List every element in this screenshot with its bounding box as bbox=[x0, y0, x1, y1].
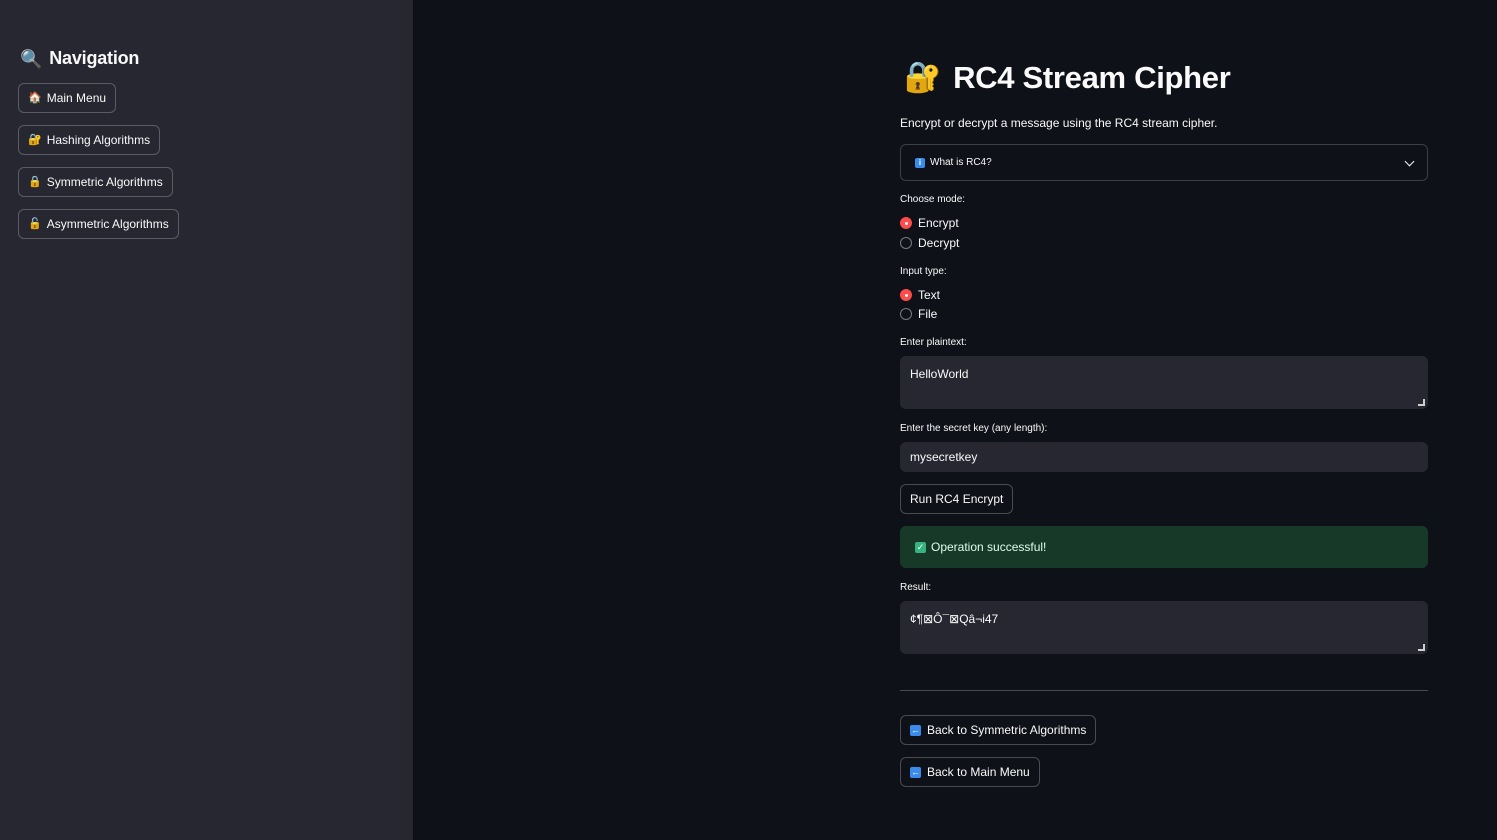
sidebar-item-main-menu[interactable]: 🏠 Main Menu bbox=[18, 83, 117, 113]
plaintext-textarea[interactable]: HelloWorld bbox=[900, 356, 1428, 409]
secret-key-value: mysecretkey bbox=[910, 450, 978, 464]
radio-unselected-icon bbox=[900, 308, 912, 320]
sidebar-item-label: Symmetric Algorithms bbox=[46, 175, 163, 189]
input-type-label: Input type: bbox=[900, 266, 947, 277]
info-icon: i bbox=[915, 157, 925, 168]
sidebar-item-hashing-algorithms[interactable]: 🔐 Hashing Algorithms bbox=[18, 125, 161, 155]
result-textarea[interactable]: ¢¶⊠Ô¯⊠Qâ¬i47 bbox=[900, 601, 1428, 654]
success-text: Operation successful! bbox=[931, 540, 1047, 554]
page-title-text: RC4 Stream Cipher bbox=[953, 60, 1231, 95]
divider bbox=[900, 690, 1428, 691]
expander-label: i What is RC4? bbox=[915, 157, 992, 168]
success-alert: ✓ Operation successful! bbox=[900, 526, 1428, 568]
result-label: Result: bbox=[900, 582, 932, 593]
page-subtitle: Encrypt or decrypt a message using the R… bbox=[900, 116, 1218, 130]
radio-label: Decrypt bbox=[918, 236, 960, 250]
page-title: 🔐 RC4 Stream Cipher bbox=[904, 60, 1231, 96]
secret-key-input[interactable]: mysecretkey bbox=[900, 442, 1428, 472]
mode-label: Choose mode: bbox=[900, 194, 966, 205]
unlocked-icon: 🔓 bbox=[28, 217, 42, 230]
lock-with-key-icon: 🔐 bbox=[904, 61, 942, 94]
button-label: Run RC4 Encrypt bbox=[910, 492, 1004, 506]
radio-encrypt[interactable]: Encrypt bbox=[900, 216, 959, 230]
radio-file[interactable]: File bbox=[900, 307, 937, 321]
radio-label: File bbox=[918, 307, 938, 321]
lock-icon: 🔒 bbox=[28, 175, 42, 188]
sidebar-title: 🔍 Navigation bbox=[20, 48, 139, 69]
radio-decrypt[interactable]: Decrypt bbox=[900, 236, 959, 250]
run-rc4-encrypt-button[interactable]: Run RC4 Encrypt bbox=[900, 484, 1014, 514]
what-is-rc4-expander[interactable]: i What is RC4? bbox=[900, 144, 1428, 181]
sidebar: 🔍 Navigation 🏠 Main Menu 🔐 Hashing Algor… bbox=[0, 0, 413, 840]
radio-selected-icon bbox=[900, 217, 912, 229]
back-to-main-menu-button[interactable]: ← Back to Main Menu bbox=[900, 757, 1040, 787]
expander-label-text: What is RC4? bbox=[930, 157, 992, 168]
plaintext-label: Enter plaintext: bbox=[900, 337, 967, 348]
secret-key-label: Enter the secret key (any length): bbox=[900, 423, 1048, 434]
radio-selected-icon bbox=[900, 289, 912, 301]
sidebar-title-text: Navigation bbox=[49, 48, 140, 68]
sidebar-item-label: Main Menu bbox=[46, 91, 107, 105]
radio-label: Encrypt bbox=[918, 216, 959, 230]
left-arrow-icon: ← bbox=[910, 724, 921, 736]
sidebar-item-symmetric-algorithms[interactable]: 🔒 Symmetric Algorithms bbox=[18, 167, 173, 197]
sidebar-item-label: Hashing Algorithms bbox=[46, 133, 151, 147]
chevron-down-icon bbox=[1404, 156, 1415, 167]
sidebar-item-label: Asymmetric Algorithms bbox=[46, 217, 169, 231]
house-icon: 🏠 bbox=[28, 91, 42, 104]
lock-with-key-icon: 🔐 bbox=[28, 133, 42, 146]
resize-handle-icon[interactable] bbox=[1418, 399, 1425, 406]
result-value: ¢¶⊠Ô¯⊠Qâ¬i47 bbox=[910, 612, 999, 626]
check-mark-icon: ✓ bbox=[915, 541, 926, 553]
button-label: Back to Symmetric Algorithms bbox=[927, 723, 1087, 737]
magnifier-icon: 🔍 bbox=[20, 48, 43, 69]
button-label: Back to Main Menu bbox=[927, 765, 1030, 779]
radio-label: Text bbox=[918, 288, 941, 302]
radio-text[interactable]: Text bbox=[900, 288, 940, 302]
left-arrow-icon: ← bbox=[910, 766, 921, 778]
app: 🔍 Navigation 🏠 Main Menu 🔐 Hashing Algor… bbox=[0, 0, 1497, 840]
radio-unselected-icon bbox=[900, 237, 912, 249]
plaintext-value: HelloWorld bbox=[910, 367, 969, 381]
sidebar-item-asymmetric-algorithms[interactable]: 🔓 Asymmetric Algorithms bbox=[18, 209, 179, 239]
resize-handle-icon[interactable] bbox=[1418, 644, 1425, 651]
back-to-symmetric-algorithms-button[interactable]: ← Back to Symmetric Algorithms bbox=[900, 715, 1097, 745]
